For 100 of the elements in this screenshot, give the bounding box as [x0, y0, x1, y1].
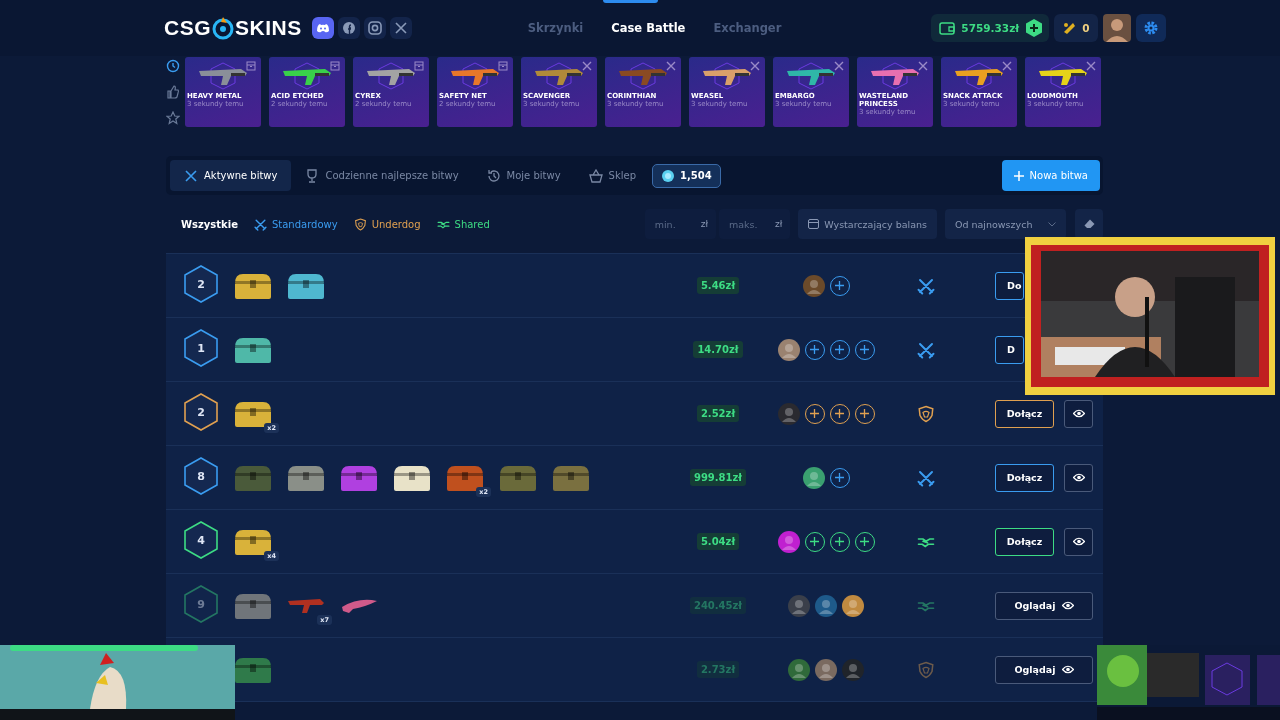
- tab[interactable]: Aktywne bitwy: [170, 160, 292, 191]
- crossed-swords-icon: [1086, 61, 1096, 71]
- round-count: 4: [183, 519, 219, 560]
- plus-icon: [835, 409, 844, 418]
- basket-icon: [588, 168, 603, 183]
- join-button[interactable]: Dołącz: [995, 463, 1054, 492]
- join-button[interactable]: Dołącz: [995, 527, 1054, 556]
- crossed-swords-icon: [918, 61, 928, 71]
- plus-icon: [860, 409, 869, 418]
- battle-price: 14.70zł: [693, 341, 743, 358]
- case-icon: [414, 61, 424, 71]
- battle-price: 5.04zł: [696, 533, 740, 550]
- mode-filter[interactable]: Standardowy: [245, 217, 346, 231]
- case-icon: [246, 61, 256, 71]
- settings-button[interactable]: [1135, 14, 1166, 42]
- plus-icon: [860, 537, 869, 546]
- crossed-swords-icon: [582, 61, 592, 71]
- case-icon: [498, 61, 508, 71]
- trophy-icon: [305, 168, 320, 183]
- wallet-icon: [939, 21, 956, 35]
- deposit-button[interactable]: [1025, 18, 1044, 38]
- case-icon: [330, 61, 340, 71]
- round-count: 1: [183, 327, 219, 368]
- crossed-swords-icon: [917, 340, 935, 359]
- round-count: 9: [183, 583, 219, 624]
- max-price-field[interactable]: maks.: [719, 209, 771, 239]
- x-logo-icon[interactable]: [389, 17, 412, 39]
- tab[interactable]: Codzienne najlepsze bitwy: [291, 160, 473, 191]
- eye-icon: [1072, 473, 1085, 482]
- balance-toggle[interactable]: Wystarczający balans: [798, 209, 937, 239]
- instagram-icon[interactable]: [363, 17, 386, 39]
- shield-icon: [917, 404, 935, 423]
- nav-link[interactable]: Case Battle: [611, 21, 686, 35]
- tab[interactable]: Sklep: [574, 160, 650, 191]
- crossed-swords-icon: [917, 276, 935, 295]
- clock-icon[interactable]: [166, 59, 180, 73]
- chevron-down-icon: [1048, 221, 1056, 227]
- plus-icon: [835, 537, 844, 546]
- battle-price: 2.73zł: [696, 661, 740, 678]
- join-button[interactable]: Dołącz: [995, 399, 1054, 428]
- coins-count: 0: [1082, 22, 1090, 34]
- round-count: 8: [183, 455, 219, 496]
- plus-icon: [835, 281, 844, 290]
- target-logo-icon: [211, 16, 235, 40]
- logo-text: CSG: [164, 16, 211, 40]
- min-price-field[interactable]: min.: [644, 209, 697, 239]
- tab[interactable]: Moje bitwy: [472, 160, 575, 191]
- clear-filters-button[interactable]: [1075, 209, 1103, 239]
- gear-icon: [1142, 20, 1159, 36]
- battle-price: 2.52zł: [696, 405, 740, 422]
- eye-icon: [1061, 601, 1074, 610]
- spectate-button[interactable]: [1064, 399, 1093, 428]
- user-avatar[interactable]: [1102, 14, 1131, 42]
- crossed-swords-icon: [834, 61, 844, 71]
- watch-button[interactable]: Oglądaj: [995, 591, 1093, 620]
- mode-filter[interactable]: Shared: [428, 217, 498, 231]
- balance-amount: 5759.33zł: [961, 22, 1020, 34]
- facebook-icon[interactable]: [337, 17, 360, 39]
- shield-icon: [353, 217, 367, 231]
- crossed-swords-icon: [253, 217, 267, 231]
- spectate-button[interactable]: [1064, 463, 1093, 492]
- plus-icon: [810, 537, 819, 546]
- crossed-swords-icon: [917, 468, 935, 487]
- sort-dropdown[interactable]: Od najnowszych: [945, 209, 1066, 239]
- mode-filter[interactable]: Underdog: [345, 217, 429, 231]
- round-count: 2: [183, 391, 219, 432]
- active-nav-indicator: [603, 0, 658, 3]
- plus-icon: [810, 409, 819, 418]
- plus-icon: [860, 345, 869, 354]
- crossed-swords-icon: [666, 61, 676, 71]
- thumbs-up-icon[interactable]: [166, 85, 180, 99]
- history-icon: [486, 168, 501, 183]
- star-icon[interactable]: [166, 111, 180, 125]
- gems-balance[interactable]: 1,504: [652, 163, 721, 188]
- join-button[interactable]: Do: [995, 271, 1024, 300]
- spectate-button[interactable]: [1064, 527, 1093, 556]
- shield-icon: [917, 660, 935, 679]
- crossed-swords-icon: [1002, 61, 1012, 71]
- currency-unit: zł: [771, 209, 791, 239]
- watch-button[interactable]: Oglądaj: [995, 655, 1093, 684]
- logo-text: SKINS: [235, 16, 302, 40]
- eraser-icon: [1083, 219, 1095, 229]
- eye-icon: [1061, 665, 1074, 674]
- gem-icon: [661, 168, 675, 183]
- battle-price: 5.46zł: [696, 277, 740, 294]
- plus-icon: [1013, 170, 1024, 181]
- round-count: 2: [183, 263, 219, 304]
- battle-price: 240.45zł: [689, 597, 747, 614]
- crossed-swords-icon: [750, 61, 760, 71]
- plus-icon: [835, 473, 844, 482]
- plus-icon: [810, 345, 819, 354]
- crossed-swords-icon: [184, 168, 198, 183]
- join-button[interactable]: D: [995, 335, 1024, 364]
- currency-unit: zł: [696, 209, 716, 239]
- eye-icon: [1072, 409, 1085, 418]
- mode-filter[interactable]: Wszystkie: [173, 218, 246, 230]
- battle-price: 999.81zł: [689, 469, 747, 486]
- discord-icon[interactable]: [311, 17, 334, 39]
- gems-count: 1,504: [680, 170, 712, 181]
- plus-icon: [835, 345, 844, 354]
